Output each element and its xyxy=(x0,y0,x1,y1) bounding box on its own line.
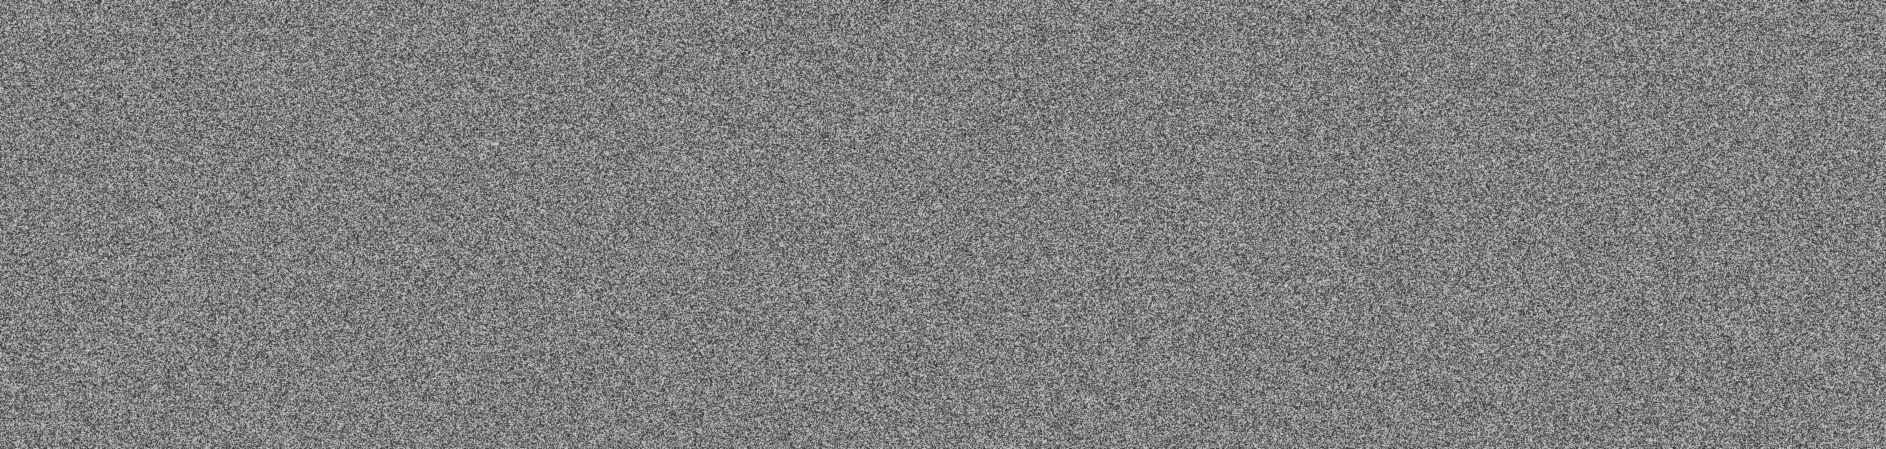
noise-background xyxy=(0,0,1886,449)
